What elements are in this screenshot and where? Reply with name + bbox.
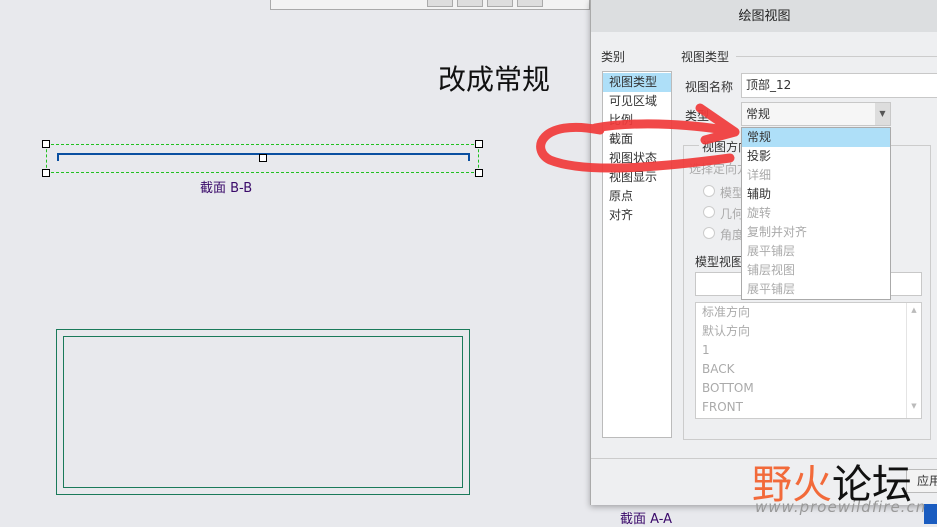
arrow-stroke-icon bbox=[536, 103, 740, 173]
watermark-url: www.proewildfire.cn bbox=[755, 498, 927, 516]
red-arrow-annotation bbox=[536, 103, 740, 173]
